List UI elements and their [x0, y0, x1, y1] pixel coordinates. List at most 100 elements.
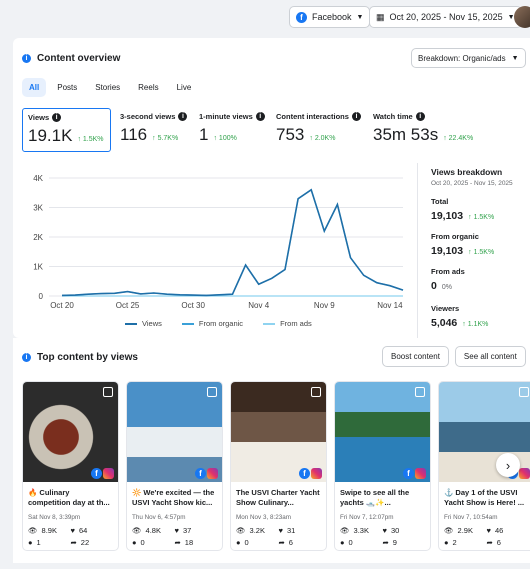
post-title: Swipe to see all the yachts 🛥️✨...	[340, 488, 410, 507]
legend-item-organic[interactable]: From organic	[181, 319, 244, 328]
post-likes: ♥ 31	[278, 526, 296, 535]
comment-icon: ●	[340, 538, 345, 547]
metric-views[interactable]: Views i 19.1K ↑ 1.5K%	[22, 108, 111, 152]
post-date: Sat Nov 8, 3:39pm	[28, 514, 81, 521]
post-card[interactable]: f The USVI Charter Yacht Show Culinary...…	[230, 381, 327, 551]
metric-change: ↑ 22.4K%	[443, 135, 474, 142]
share-icon: ➦	[486, 538, 493, 547]
post-title: 🔆 We're excited — the USVI Yacht Show ki…	[132, 488, 215, 507]
breakdown-change: ↑ 1.5K%	[468, 214, 495, 221]
info-icon: i	[22, 54, 31, 63]
facebook-icon: f	[91, 468, 102, 479]
tab-live[interactable]: Live	[170, 78, 199, 97]
tab-all[interactable]: All	[22, 78, 47, 97]
legend-label: Views	[142, 319, 162, 328]
chart-legend: Views From organic From ads	[125, 319, 312, 328]
facebook-icon: f	[195, 468, 206, 479]
post-thumbnail[interactable]: f	[23, 382, 118, 482]
see-all-content-button[interactable]: See all content	[454, 346, 526, 367]
share-icon: ➦	[382, 538, 389, 547]
carousel-next-button[interactable]: ›	[496, 453, 520, 477]
post-thumbnail[interactable]: f	[335, 382, 430, 482]
legend-swatch	[125, 322, 137, 325]
metric-value: 1	[199, 125, 209, 144]
metric-label: Views	[28, 113, 50, 122]
facebook-icon: f	[296, 11, 307, 23]
breakdown-select[interactable]: Breakdown: Organic/ads ▼	[411, 48, 526, 68]
comment-icon: ●	[236, 538, 241, 547]
breakdown-value: 19,103	[431, 210, 464, 222]
eye-icon: 👁	[444, 526, 454, 535]
breakdown-value: 5,046	[431, 317, 458, 329]
share-icon: ➦	[174, 538, 181, 547]
post-title: 🔥 Culinary competition day at th...	[28, 488, 110, 507]
share-icon: ➦	[278, 538, 285, 547]
metric-watch-time[interactable]: Watch time i 35m 53s ↑ 22.4K%	[368, 108, 508, 152]
instagram-icon	[519, 468, 530, 479]
content-tabs: All Posts Stories Reels Live	[22, 78, 198, 97]
post-date: Thu Nov 6, 4:57pm	[132, 514, 186, 521]
post-thumbnail[interactable]: f	[231, 382, 326, 482]
content-overview-header: i Content overview	[22, 53, 120, 64]
metric-value: 19.1K	[28, 126, 73, 145]
tab-reels[interactable]: Reels	[131, 78, 165, 97]
post-comments: ● 0	[132, 538, 145, 547]
metric-label: Watch time	[373, 112, 413, 121]
post-card[interactable]: f 🔥 Culinary competition day at th... Sat …	[22, 381, 119, 551]
breakdown-label: From ads	[431, 267, 465, 276]
series-line-from-organic	[61, 188, 404, 297]
post-card[interactable]: f 🔆 We're excited — the USVI Yacht Show k…	[126, 381, 223, 551]
breakdown-label: Viewers	[431, 304, 460, 313]
post-comments: ● 0	[340, 538, 353, 547]
instagram-icon	[311, 468, 322, 479]
heart-icon: ♥	[382, 526, 387, 535]
metric-value: 35m 53s	[373, 125, 439, 144]
tab-posts[interactable]: Posts	[50, 78, 84, 97]
x-tick-label: Oct 20	[50, 301, 74, 310]
post-card[interactable]: f Swipe to see all the yachts 🛥️✨... Fri N…	[334, 381, 431, 551]
legend-label: From organic	[198, 319, 244, 328]
y-tick-label: 1K	[33, 263, 43, 272]
platform-select[interactable]: f Facebook ▼	[289, 6, 371, 28]
metric-label: Content interactions	[276, 112, 349, 121]
post-stats: 👁 2.9K ♥ 46 ● 2 ➦ 6	[439, 521, 530, 547]
legend-item-ads[interactable]: From ads	[263, 319, 312, 328]
breakdown-value: 19,103	[431, 245, 464, 257]
post-stats: 👁 3.3K ♥ 30 ● 0 ➦ 9	[335, 521, 430, 547]
y-tick-label: 4K	[33, 174, 43, 183]
post-views: 👁 8.9K	[28, 526, 57, 535]
metric-interactions[interactable]: Content interactions i 753 ↑ 2.0K%	[271, 108, 368, 152]
info-icon: i	[255, 112, 265, 121]
platform-label: Facebook	[312, 12, 352, 22]
top-content-header: i Top content by views	[22, 352, 138, 363]
avatar[interactable]	[514, 6, 530, 28]
x-tick-label: Nov 14	[377, 301, 403, 310]
post-shares: ➦ 9	[382, 538, 397, 547]
boost-content-button[interactable]: Boost content	[382, 346, 449, 367]
post-comments: ● 0	[236, 538, 249, 547]
tab-stories[interactable]: Stories	[88, 78, 127, 97]
info-icon: i	[178, 112, 188, 121]
info-icon: i	[415, 112, 425, 121]
platform-badges: f	[195, 468, 218, 479]
heart-icon: ♥	[70, 526, 75, 535]
metric-1m-views[interactable]: 1-minute views i 1 ↑ 100%	[194, 108, 271, 152]
post-thumbnail[interactable]: f	[127, 382, 222, 482]
carousel-indicator-icon	[207, 387, 217, 397]
legend-item-views[interactable]: Views	[125, 319, 162, 328]
heart-icon: ♥	[174, 526, 179, 535]
post-shares: ➦ 18	[174, 538, 194, 547]
post-stats: 👁 3.2K ♥ 31 ● 0 ➦ 6	[231, 521, 326, 547]
top-content-card: i Top content by views Boost content See…	[13, 338, 530, 563]
y-tick-label: 0	[39, 292, 44, 301]
post-comments: ● 1	[28, 538, 41, 547]
carousel-indicator-icon	[415, 387, 425, 397]
series-line-views	[61, 188, 404, 297]
date-range-select[interactable]: ▦ Oct 20, 2025 - Nov 15, 2025 ▼	[369, 6, 522, 28]
metric-3s-views[interactable]: 3-second views i 116 ↑ 5.7K%	[115, 108, 194, 152]
instagram-icon	[103, 468, 114, 479]
comment-icon: ●	[444, 538, 449, 547]
chevron-down-icon: ▼	[511, 54, 519, 62]
platform-badges: f	[91, 468, 114, 479]
metric-change: ↑ 2.0K%	[309, 135, 336, 142]
